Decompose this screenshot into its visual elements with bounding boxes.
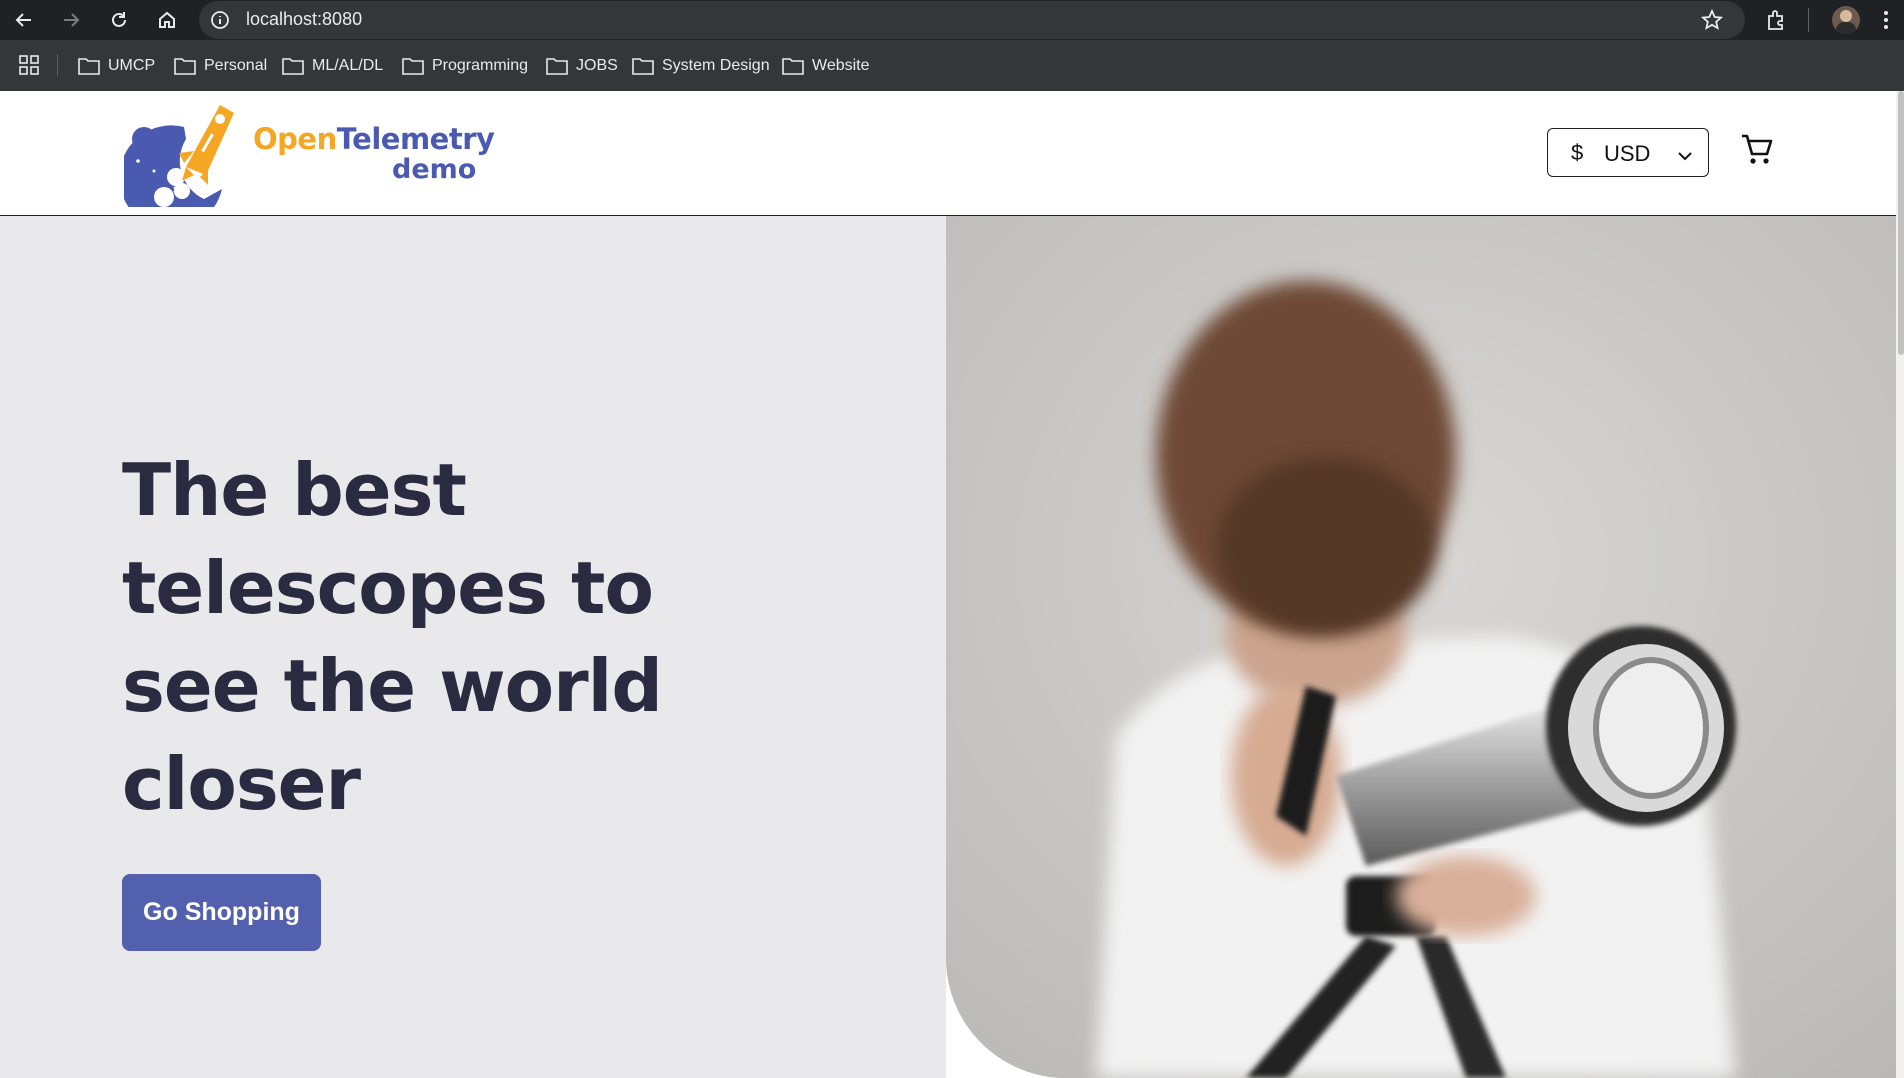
- reload-icon[interactable]: [104, 5, 134, 35]
- folder-icon: [402, 58, 424, 75]
- logo-wordmark[interactable]: OpenTelemetry: [253, 122, 495, 156]
- back-arrow-icon[interactable]: [9, 5, 39, 35]
- forward-arrow-icon[interactable]: [56, 5, 86, 35]
- folder-icon: [174, 58, 196, 75]
- browser-toolbar: localhost:8080: [0, 0, 1904, 40]
- logo-open-text: Open: [253, 122, 337, 156]
- currency-symbol: $: [1571, 140, 1584, 165]
- bookmark-folder-system-design[interactable]: System Design: [632, 54, 770, 78]
- home-icon[interactable]: [152, 5, 182, 35]
- toolbar-divider: [1808, 8, 1809, 32]
- child-with-telescope-photo: [946, 216, 1896, 1078]
- address-bar[interactable]: [199, 1, 1745, 39]
- folder-icon: [282, 58, 304, 75]
- hero-image: [946, 216, 1896, 1078]
- chevron-down-icon: [1677, 144, 1693, 170]
- more-menu-icon[interactable]: [1882, 8, 1890, 37]
- url-text[interactable]: localhost:8080: [246, 9, 362, 30]
- scrollbar-thumb[interactable]: [1898, 91, 1904, 355]
- currency-code: USD: [1604, 141, 1651, 166]
- folder-icon: [632, 58, 654, 75]
- hero-headline: The best telescopes to see the world clo…: [122, 448, 663, 826]
- folder-icon: [546, 58, 568, 75]
- logo-demo-text: demo: [392, 154, 477, 185]
- extensions-icon[interactable]: [1765, 8, 1789, 37]
- currency-select[interactable]: $ USD: [1547, 128, 1709, 177]
- cart-icon[interactable]: [1740, 133, 1774, 172]
- folder-icon: [782, 58, 804, 75]
- bookmark-label: Programming: [432, 57, 529, 74]
- bookmark-label: ML/AL/DL: [312, 57, 384, 74]
- folder-icon: [78, 58, 100, 75]
- bookmark-star-icon[interactable]: [1700, 8, 1724, 36]
- web-page: OpenTelemetry demo $ USD The best telesc…: [0, 91, 1896, 1078]
- apps-grid-icon[interactable]: [19, 55, 39, 80]
- bookmark-label: JOBS: [576, 57, 618, 74]
- bookmark-label: UMCP: [108, 57, 156, 74]
- bookmark-label: System Design: [662, 57, 770, 74]
- bookmark-label: Website: [812, 57, 870, 74]
- profile-avatar[interactable]: [1832, 6, 1860, 34]
- rocket-logo-icon: [119, 105, 234, 230]
- bookmark-folder-umcp[interactable]: UMCP: [78, 54, 155, 78]
- site-header: OpenTelemetry demo $ USD: [0, 91, 1896, 230]
- bookmark-folder-programming[interactable]: Programming: [402, 54, 528, 78]
- bookmark-folder-ml[interactable]: ML/AL/DL: [282, 54, 383, 78]
- go-shopping-button[interactable]: Go Shopping: [122, 874, 321, 951]
- logo-link[interactable]: [119, 99, 234, 230]
- bookmarks-divider: [57, 54, 58, 76]
- bookmark-folder-jobs[interactable]: JOBS: [546, 54, 618, 78]
- bookmark-label: Personal: [204, 57, 268, 74]
- bookmark-folder-personal[interactable]: Personal: [174, 54, 267, 78]
- logo-telemetry-text: Telemetry: [336, 122, 495, 156]
- bookmark-folder-website[interactable]: Website: [782, 54, 870, 78]
- bookmarks-bar: UMCP Personal ML/AL/DL Programming JOBS …: [0, 40, 1904, 91]
- site-info-icon[interactable]: [210, 10, 230, 35]
